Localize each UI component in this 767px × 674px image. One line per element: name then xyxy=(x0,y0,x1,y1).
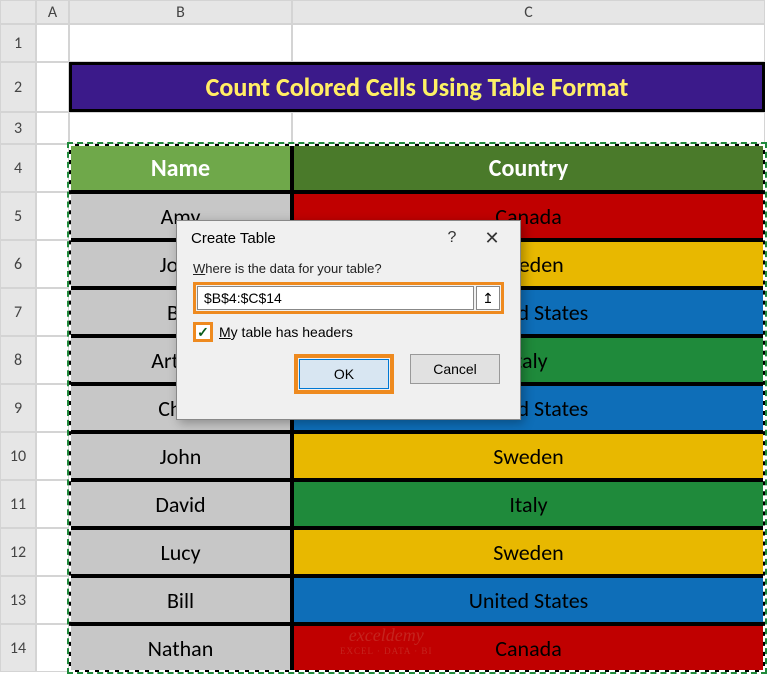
col-header-C[interactable]: C xyxy=(292,0,765,24)
help-button[interactable]: ? xyxy=(432,229,472,247)
table-row[interactable]: Canada xyxy=(292,624,765,672)
cancel-button[interactable]: Cancel xyxy=(410,354,500,384)
cell-A1[interactable] xyxy=(36,24,69,62)
cell-A6[interactable] xyxy=(36,240,69,288)
row-header-6[interactable]: 6 xyxy=(0,240,36,288)
cell-A4[interactable] xyxy=(36,144,69,192)
table-header-name[interactable]: Name xyxy=(69,144,292,192)
cell-A9[interactable] xyxy=(36,384,69,432)
select-all-corner[interactable] xyxy=(0,0,36,24)
create-table-dialog: Create Table ? ✕ Where is the data for y… xyxy=(176,220,521,420)
ok-button[interactable]: OK xyxy=(299,359,389,389)
cell-A13[interactable] xyxy=(36,576,69,624)
table-row[interactable]: United States xyxy=(292,576,765,624)
table-row[interactable]: Italy xyxy=(292,480,765,528)
table-row[interactable]: Bill xyxy=(69,576,292,624)
range-input[interactable] xyxy=(197,286,474,310)
dialog-title: Create Table xyxy=(191,230,432,247)
cell-A5[interactable] xyxy=(36,192,69,240)
table-row[interactable]: Sweden xyxy=(292,528,765,576)
cell-B1[interactable] xyxy=(69,24,292,62)
cell-A3[interactable] xyxy=(36,112,69,144)
row-header-5[interactable]: 5 xyxy=(0,192,36,240)
row-header-7[interactable]: 7 xyxy=(0,288,36,336)
check-icon: ✓ xyxy=(197,324,209,341)
close-icon[interactable]: ✕ xyxy=(472,228,512,249)
cell-A7[interactable] xyxy=(36,288,69,336)
cell-C1[interactable] xyxy=(292,24,765,62)
cell-C3[interactable] xyxy=(292,112,765,144)
row-header-12[interactable]: 12 xyxy=(0,528,36,576)
col-header-B[interactable]: B xyxy=(69,0,292,24)
dialog-prompt: Where is the data for your table? xyxy=(193,261,504,276)
cell-A10[interactable] xyxy=(36,432,69,480)
table-row[interactable]: John xyxy=(69,432,292,480)
row-header-8[interactable]: 8 xyxy=(0,336,36,384)
col-header-A[interactable]: A xyxy=(36,0,69,24)
cell-A2[interactable] xyxy=(36,62,69,112)
cell-A12[interactable] xyxy=(36,528,69,576)
row-header-11[interactable]: 11 xyxy=(0,480,36,528)
row-header-2[interactable]: 2 xyxy=(0,62,36,112)
cell-A11[interactable] xyxy=(36,480,69,528)
row-header-3[interactable]: 3 xyxy=(0,112,36,144)
spreadsheet-area: A B C 1 2 3 4 5 6 7 8 9 10 11 12 13 14 C… xyxy=(0,0,767,674)
cell-A14[interactable] xyxy=(36,624,69,672)
cell-B3[interactable] xyxy=(69,112,292,144)
row-header-10[interactable]: 10 xyxy=(0,432,36,480)
table-row[interactable]: Lucy xyxy=(69,528,292,576)
headers-checkbox[interactable]: ✓ xyxy=(193,322,213,342)
table-row[interactable]: Nathan xyxy=(69,624,292,672)
table-row[interactable]: David xyxy=(69,480,292,528)
row-header-9[interactable]: 9 xyxy=(0,384,36,432)
row-header-13[interactable]: 13 xyxy=(0,576,36,624)
title-banner[interactable]: Count Colored Cells Using Table Format xyxy=(69,62,765,112)
cell-A8[interactable] xyxy=(36,336,69,384)
row-header-1[interactable]: 1 xyxy=(0,24,36,62)
table-header-country[interactable]: Country xyxy=(292,144,765,192)
row-header-4[interactable]: 4 xyxy=(0,144,36,192)
table-row[interactable]: Sweden xyxy=(292,432,765,480)
row-header-14[interactable]: 14 xyxy=(0,624,36,672)
headers-checkbox-label: My table has headers xyxy=(219,324,353,340)
title-text: Count Colored Cells Using Table Format xyxy=(206,71,629,103)
range-picker-icon[interactable]: ↥ xyxy=(476,286,500,310)
